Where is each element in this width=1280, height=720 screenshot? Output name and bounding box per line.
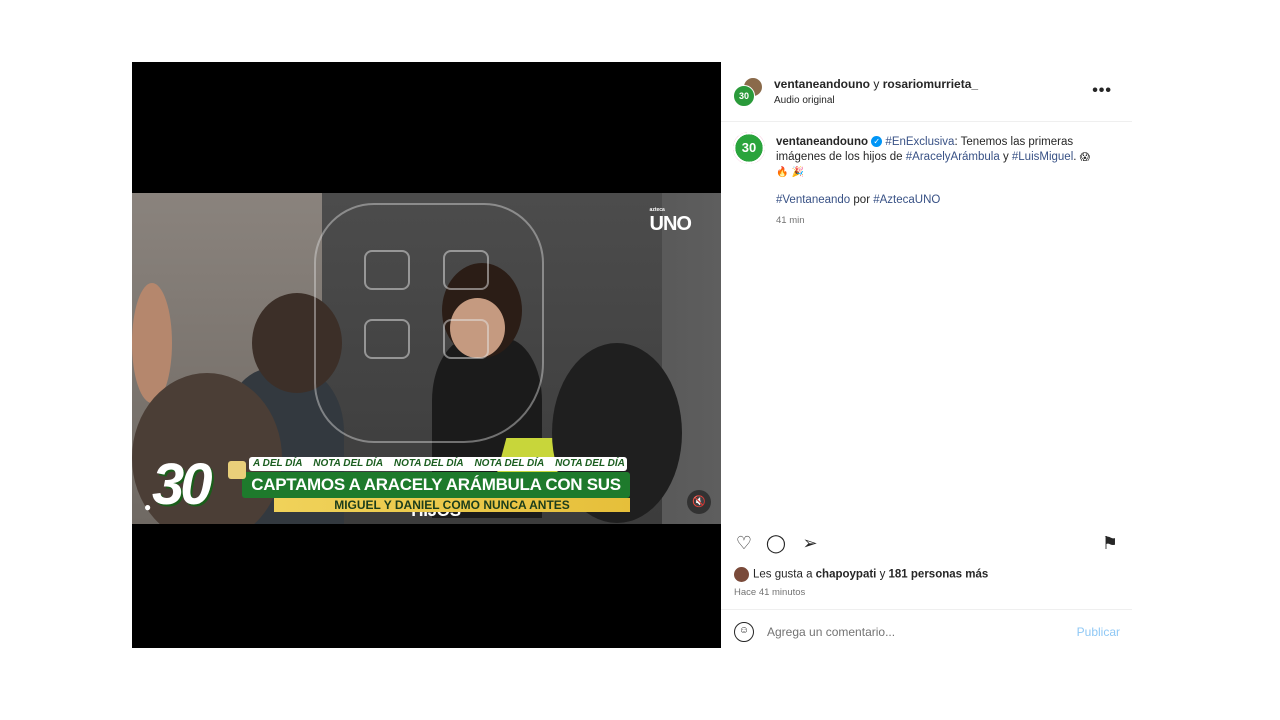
ticker-item: NOTA DEL DÍA — [313, 458, 384, 469]
ticker-item: NOTA DEL DÍA — [393, 458, 464, 469]
caption-timestamp: 41 min — [776, 215, 805, 226]
emoji-fire: 🔥 — [776, 167, 789, 178]
likes-prefix: Les gusta a — [753, 568, 816, 581]
video-frame[interactable]: azteca UNO A DEL DÍA NOTA DEL DÍA NOTA D… — [132, 193, 721, 524]
share-icon[interactable]: ➢ — [799, 532, 821, 554]
avatar[interactable]: 30 — [733, 132, 765, 164]
hashtag-link[interactable]: #EnExclusiva — [885, 136, 954, 148]
watermark-square — [443, 319, 489, 359]
emoji-scream: 😱 — [1079, 152, 1091, 163]
avatar[interactable] — [734, 567, 749, 582]
action-bar: ♡ ◯ ➢ ⚑ — [721, 532, 1132, 558]
hashtag-link[interactable]: #AztecaUNO — [873, 194, 940, 206]
ticker-item: NOTA DEL DÍA — [555, 458, 625, 469]
comment-box: ☺ Publicar — [721, 609, 1132, 648]
video-subheadline: MIGUEL Y DANIEL COMO NUNCA ANTES — [274, 498, 630, 512]
post-caption: 30 ventaneandouno ✓ #EnExclusiva: Tenemo… — [721, 122, 1132, 226]
ticker-item: A DEL DÍA — [253, 458, 303, 469]
caption-tags: #Ventaneando por #AztecaUNO — [776, 194, 940, 206]
more-options-icon[interactable]: ••• — [1092, 82, 1112, 100]
caption-fragment: y — [999, 151, 1012, 163]
bookmark-icon[interactable]: ⚑ — [1099, 532, 1121, 554]
video-headline: CAPTAMOS A ARACELY ARÁMBULA CON SUS HIJO… — [242, 472, 630, 520]
author-link[interactable]: ventaneandouno — [774, 77, 870, 91]
caption-text: ventaneandouno ✓ #EnExclusiva: Tenemos l… — [776, 135, 1106, 180]
speaker-muted-icon[interactable]: 🔇 — [687, 490, 711, 514]
instagram-post: azteca UNO A DEL DÍA NOTA DEL DÍA NOTA D… — [132, 62, 1132, 648]
post-authors: ventaneandouno y rosariomurrieta_ — [774, 77, 978, 91]
emoji-picker-icon[interactable]: ☺ — [734, 622, 754, 642]
ticker-item: NOTA DEL DÍA — [474, 458, 545, 469]
user-tag-icon[interactable]: ● — [144, 500, 160, 516]
watermark-square — [443, 250, 489, 290]
post-media[interactable]: azteca UNO A DEL DÍA NOTA DEL DÍA NOTA D… — [132, 62, 721, 648]
hashtag-link[interactable]: #Ventaneando — [776, 194, 850, 206]
publish-button[interactable]: Publicar — [1077, 625, 1120, 639]
comment-input[interactable] — [767, 623, 1057, 641]
azteca-uno-logo: azteca UNO — [649, 207, 692, 236]
authors-joiner: y — [873, 77, 880, 91]
logo-text: UNO — [649, 213, 692, 235]
likes-count-link[interactable]: 181 personas más — [889, 569, 989, 581]
caption-username[interactable]: ventaneandouno — [776, 136, 868, 148]
likes-summary: Les gusta a chapoypati y 181 personas má… — [734, 567, 988, 582]
avatar[interactable]: 30 — [733, 85, 755, 107]
post-sidebar: 30 ventaneandouno y rosariomurrieta_ Aud… — [721, 62, 1132, 648]
ticker-bar: A DEL DÍA NOTA DEL DÍA NOTA DEL DÍA NOTA… — [249, 457, 627, 471]
watermark-square — [364, 319, 410, 359]
hashtag-link[interactable]: #AracelyArámbula — [906, 151, 1000, 163]
post-timestamp: Hace 41 minutos — [734, 587, 806, 598]
watermark-square — [364, 250, 410, 290]
liker-link[interactable]: chapoypati — [816, 569, 877, 581]
person-left-edge — [132, 283, 172, 403]
heart-icon[interactable]: ♡ — [733, 532, 755, 554]
hashtag-link[interactable]: #LuisMiguel — [1012, 151, 1073, 163]
comment-icon[interactable]: ◯ — [765, 532, 787, 554]
audio-link[interactable]: Audio original — [774, 95, 835, 106]
verified-badge-icon: ✓ — [871, 136, 883, 148]
show-30-logo: 30 — [152, 452, 212, 517]
show-logo-icon — [228, 461, 246, 479]
caption-fragment: por — [850, 194, 874, 206]
watermark-outline — [314, 203, 544, 443]
likes-middle: y — [876, 568, 889, 581]
post-header: 30 ventaneandouno y rosariomurrieta_ Aud… — [721, 62, 1132, 122]
collab-avatars[interactable]: 30 — [733, 77, 763, 107]
emoji-party: 🎉 — [791, 167, 805, 178]
author-link[interactable]: rosariomurrieta_ — [883, 77, 978, 91]
